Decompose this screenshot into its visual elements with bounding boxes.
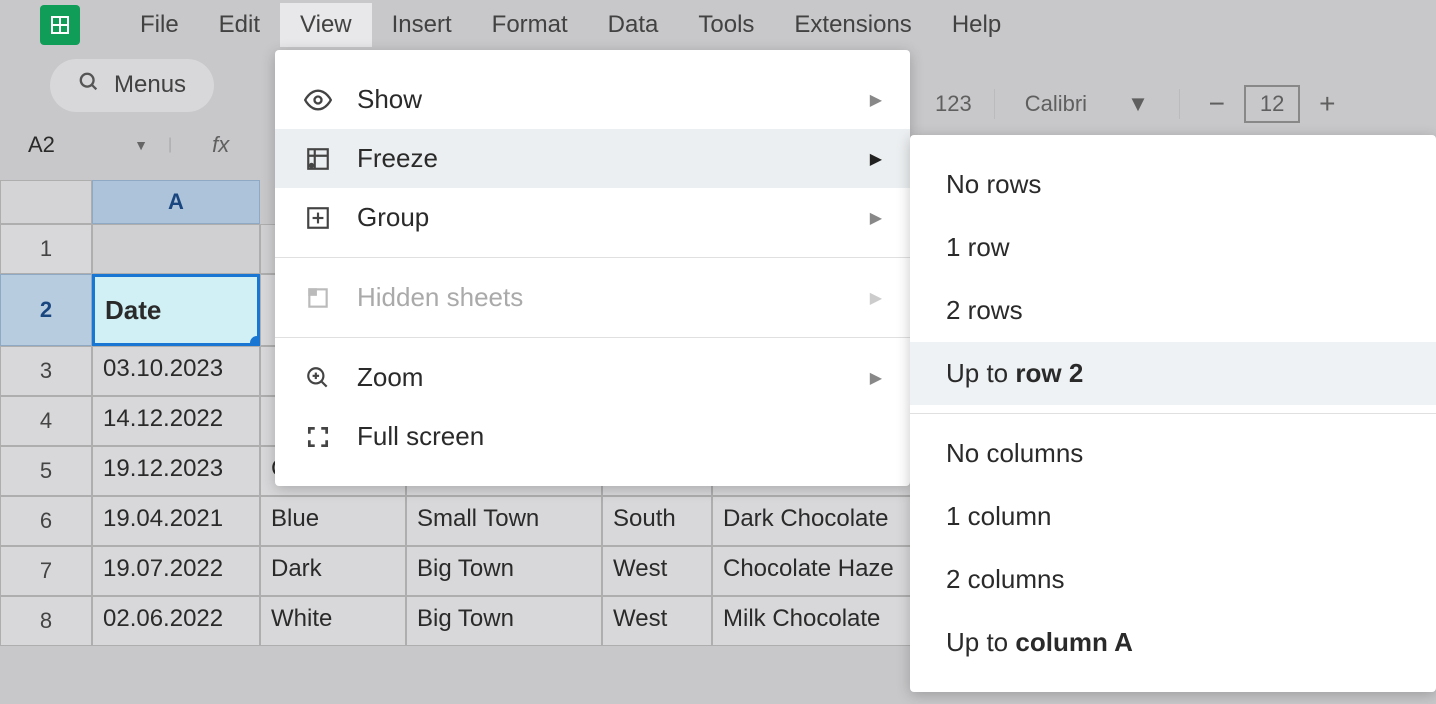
toolbar-right: 123 Calibri ▼ − 12 + — [935, 85, 1342, 123]
separator: | — [168, 136, 172, 154]
cell[interactable]: 14.12.2022 — [92, 396, 260, 446]
column-header-a[interactable]: A — [92, 180, 260, 224]
cell[interactable]: Small Town — [406, 496, 602, 546]
menu-edit[interactable]: Edit — [199, 3, 280, 47]
menubar: File Edit View Insert Format Data Tools … — [0, 0, 1436, 50]
cell[interactable]: 03.10.2023 — [92, 346, 260, 396]
cell[interactable]: Chocolate Haze — [712, 546, 912, 596]
cell[interactable]: 19.07.2022 — [92, 546, 260, 596]
row-header[interactable]: 3 — [0, 346, 92, 396]
zoom-icon — [303, 365, 333, 391]
menu-help[interactable]: Help — [932, 3, 1021, 47]
sheets-logo — [40, 5, 80, 45]
freeze-no-rows[interactable]: No rows — [910, 153, 1436, 216]
row-header[interactable]: 4 — [0, 396, 92, 446]
freeze-up-to-row[interactable]: Up to row 2 — [910, 342, 1436, 405]
separator — [1179, 89, 1180, 119]
row-header[interactable]: 6 — [0, 496, 92, 546]
chevron-right-icon: ▶ — [870, 288, 882, 308]
cell[interactable]: Date — [92, 274, 260, 346]
font-name: Calibri — [1025, 91, 1087, 117]
view-zoom[interactable]: Zoom ▶ — [275, 348, 910, 407]
font-select[interactable]: Calibri ▼ — [1017, 91, 1157, 117]
menu-format[interactable]: Format — [472, 3, 588, 47]
freeze-1-column[interactable]: 1 column — [910, 485, 1436, 548]
chevron-right-icon: ▶ — [870, 90, 882, 110]
menus-search[interactable]: Menus — [50, 59, 214, 112]
cell[interactable]: 19.04.2021 — [92, 496, 260, 546]
name-box[interactable]: A2 ▼ — [28, 132, 148, 158]
menu-extensions[interactable]: Extensions — [774, 3, 931, 47]
menu-insert[interactable]: Insert — [372, 3, 472, 47]
group-icon — [303, 205, 333, 231]
font-size-input[interactable]: 12 — [1244, 85, 1300, 123]
freeze-2-rows[interactable]: 2 rows — [910, 279, 1436, 342]
cell-reference: A2 — [28, 132, 55, 158]
separator — [994, 89, 995, 119]
menu-view[interactable]: View — [280, 3, 372, 47]
cell[interactable]: Dark Chocolate — [712, 496, 912, 546]
freeze-icon — [303, 146, 333, 172]
menus-label: Menus — [114, 71, 186, 99]
view-freeze[interactable]: Freeze ▶ — [275, 129, 910, 188]
selection-handle[interactable] — [250, 336, 260, 346]
freeze-up-to-column[interactable]: Up to column A — [910, 611, 1436, 674]
cell[interactable]: Big Town — [406, 546, 602, 596]
separator — [275, 257, 910, 258]
row-header[interactable]: 1 — [0, 224, 92, 274]
menu-data[interactable]: Data — [588, 3, 679, 47]
cell[interactable]: West — [602, 596, 712, 646]
chevron-down-icon: ▼ — [1127, 91, 1149, 117]
fullscreen-icon — [303, 424, 333, 450]
cell[interactable]: Dark — [260, 546, 406, 596]
freeze-submenu: No rows 1 row 2 rows Up to row 2 No colu… — [910, 135, 1436, 692]
separator — [910, 413, 1436, 414]
search-icon — [78, 71, 100, 100]
cell[interactable]: 02.06.2022 — [92, 596, 260, 646]
view-full-screen[interactable]: Full screen — [275, 407, 910, 466]
view-dropdown: Show ▶ Freeze ▶ Group ▶ Hidden sheets ▶ … — [275, 50, 910, 486]
chevron-right-icon: ▶ — [870, 149, 882, 169]
cell[interactable]: Blue — [260, 496, 406, 546]
cell[interactable]: Big Town — [406, 596, 602, 646]
row-header[interactable]: 2 — [0, 274, 92, 346]
sheet-icon — [303, 285, 333, 311]
view-group[interactable]: Group ▶ — [275, 188, 910, 247]
separator — [275, 337, 910, 338]
cell[interactable]: South — [602, 496, 712, 546]
freeze-1-row[interactable]: 1 row — [910, 216, 1436, 279]
select-all-cell[interactable] — [0, 180, 92, 224]
view-show[interactable]: Show ▶ — [275, 70, 910, 129]
chevron-right-icon: ▶ — [870, 208, 882, 228]
format-number[interactable]: 123 — [935, 91, 972, 117]
decrease-font-button[interactable]: − — [1202, 88, 1232, 120]
cell[interactable]: White — [260, 596, 406, 646]
eye-icon — [303, 86, 333, 114]
cell[interactable]: Milk Chocolate — [712, 596, 912, 646]
menu-file[interactable]: File — [120, 3, 199, 47]
row-header[interactable]: 7 — [0, 546, 92, 596]
cell[interactable]: West — [602, 546, 712, 596]
font-size-control: − 12 + — [1202, 85, 1342, 123]
view-hidden-sheets: Hidden sheets ▶ — [275, 268, 910, 327]
row-header[interactable]: 5 — [0, 446, 92, 496]
freeze-no-columns[interactable]: No columns — [910, 422, 1436, 485]
freeze-2-columns[interactable]: 2 columns — [910, 548, 1436, 611]
chevron-down-icon: ▼ — [134, 137, 148, 153]
cell[interactable]: 19.12.2023 — [92, 446, 260, 496]
cell[interactable] — [92, 224, 260, 274]
row-header[interactable]: 8 — [0, 596, 92, 646]
fx-label: fx — [212, 132, 229, 158]
chevron-right-icon: ▶ — [870, 368, 882, 388]
increase-font-button[interactable]: + — [1312, 88, 1342, 120]
menu-tools[interactable]: Tools — [678, 3, 774, 47]
